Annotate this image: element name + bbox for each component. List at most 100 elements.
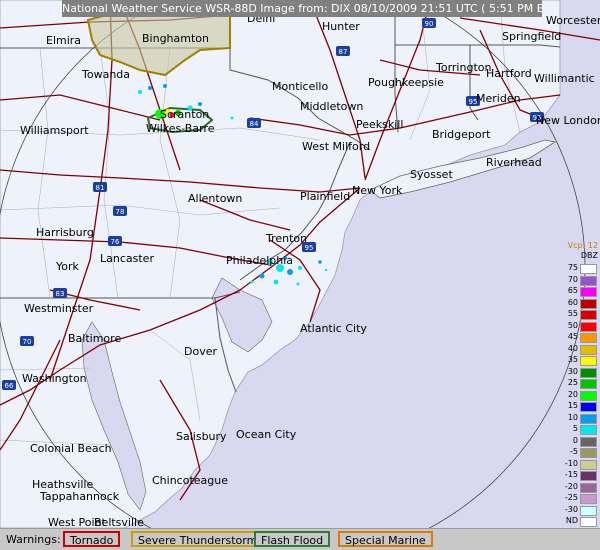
highway-label: 95 [305,244,314,252]
warning-severe-thunderstorm[interactable]: Severe Thunderstorm [131,531,265,547]
legend-row: -5 [561,447,598,458]
legend-swatch [580,517,597,527]
legend-row: 35 [561,355,598,366]
city-label: New York [352,184,403,197]
legend-row: -15 [561,470,598,481]
city-label: Harrisburg [36,226,94,239]
legend-swatch [580,379,597,389]
city-label: Scranton [160,108,209,121]
legend-value: 5 [572,424,578,433]
city-label: Williamsport [20,124,89,137]
legend-row: 45 [561,332,598,343]
warning-flash-flood[interactable]: Flash Flood [254,531,331,547]
city-label: York [55,260,80,273]
warnings-label: Warnings: [6,533,61,546]
legend-swatch [580,482,597,493]
legend-row: 20 [561,390,598,401]
highway-label: 87 [339,48,348,56]
city-label: Ocean City [236,428,297,441]
legend-swatch [580,333,597,343]
legend-value: 25 [567,378,578,387]
legend-swatch [580,390,597,401]
legend-value: 55 [567,309,578,318]
city-label: Westminster [24,302,94,315]
radar-title: National Weather Service WSR-88D Image f… [62,2,542,15]
city-label: Plainfield [300,190,350,203]
legend-value: 0 [572,435,578,445]
legend-swatch [580,471,597,481]
legend-swatch [580,264,597,274]
city-label: Worcester [546,14,600,27]
legend-row: 5 [561,424,598,435]
highway-label: 83 [56,290,65,298]
legend-swatch [580,310,597,320]
legend-value: 10 [567,412,578,422]
city-label: West Milford [302,140,370,153]
city-label: Willimantic [534,72,595,85]
legend-value: 40 [567,343,578,353]
city-label: Beltsville [94,516,144,528]
city-label: Salisbury [176,430,227,443]
legend-row: 30 [561,366,598,378]
legend-swatch [580,356,597,366]
highway-shield: 87 [336,46,350,56]
highway-label: 84 [250,120,259,128]
warning-special-marine[interactable]: Special Marine [338,531,433,547]
legend-swatch [580,436,597,447]
city-label: Baltimore [68,332,121,345]
city-label: Middletown [300,100,363,113]
city-label: Dover [184,345,217,358]
legend-value: 15 [567,401,578,410]
city-label: Atlantic City [300,322,367,335]
legend-swatch [580,367,597,378]
highway-label: 76 [111,238,120,246]
legend-row: -20 [561,482,598,493]
legend-swatch [580,298,597,309]
legend-row: 55 [561,309,598,320]
highway-shield: 78 [113,206,127,216]
legend-row: -10 [561,458,598,470]
legend-row: ND [561,516,598,527]
legend-row: 70 [561,274,598,286]
city-label: New London [536,114,600,127]
legend-value: 30 [567,366,578,376]
highway-shield: 83 [53,288,67,298]
highway-label: 66 [5,382,14,390]
legend-value: 70 [567,274,578,284]
city-label: Washington [22,372,87,385]
legend-value: ND [565,516,578,525]
legend-row: -30 [561,504,598,516]
city-label: Syosset [410,168,453,181]
highway-label: 78 [116,208,125,216]
legend-value: -5 [570,447,578,456]
city-label: Bridgeport [432,128,491,141]
warning-tornado[interactable]: Tornado [63,531,121,547]
city-label: Chincoteague [152,474,228,487]
legend-swatch [580,459,597,470]
legend-value: 50 [567,320,578,330]
dbz-legend: Vcp: 12 DBZ 75 70 65 60 55 50 45 40 35 30 25 20 15 10… [561,241,598,541]
city-label: Peekskill [356,118,403,131]
city-label: Lancaster [100,252,154,265]
legend-swatch [580,321,597,332]
legend-vcp: Vcp: 12 [567,241,598,250]
city-label: Trenton [265,232,307,245]
legend-value: -30 [564,504,578,514]
legend-row: -25 [561,493,598,504]
legend-row: 15 [561,401,598,412]
city-label: Hunter [322,20,360,33]
legend-row: 10 [561,412,598,424]
legend-swatch [580,402,597,412]
legend-row: 65 [561,286,598,297]
highway-label: 90 [425,20,434,28]
legend-row: 50 [561,320,598,332]
radar-title-bar: National Weather Service WSR-88D Image f… [62,0,542,17]
city-label: Allentown [188,192,242,205]
legend-unit: DBZ [580,251,598,260]
radar-map: 90 87 84 81 95 78 76 83 70 95 95 66 Delh… [0,0,600,528]
highway-shield: 70 [20,336,34,346]
city-label: Binghamton [142,32,209,45]
legend-value: -10 [564,458,578,468]
highway-shield: 66 [2,380,16,390]
legend-value: -15 [564,470,578,479]
